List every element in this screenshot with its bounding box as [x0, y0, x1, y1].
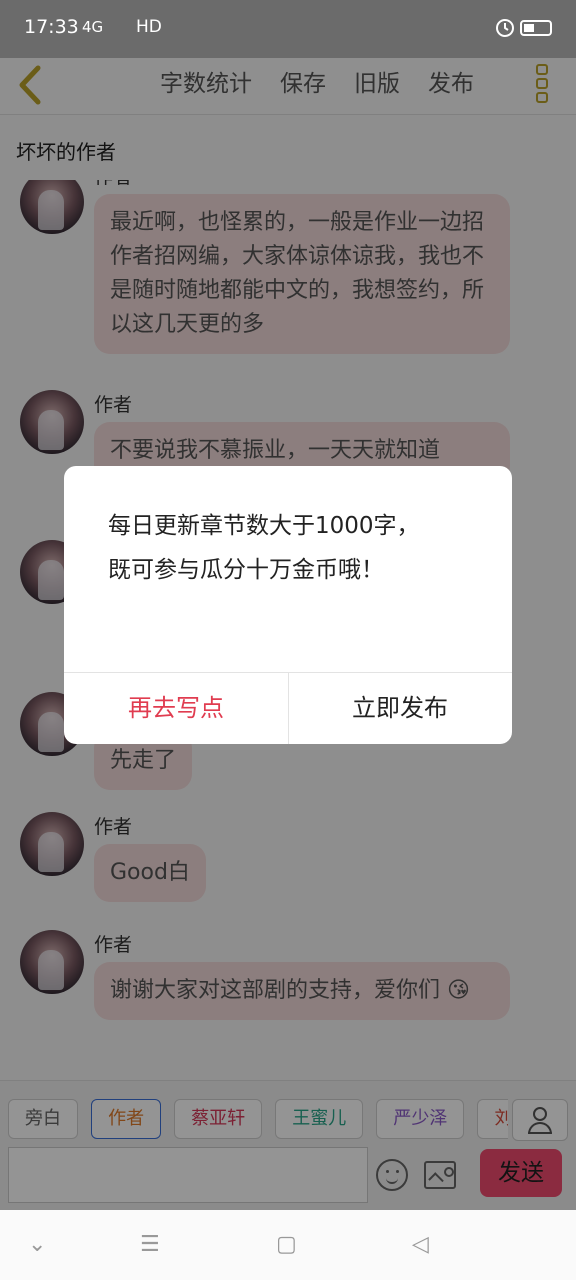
status-time: 17:33 — [24, 16, 79, 38]
dialog-message-line: 既可参与瓜分十万金币哦！ — [108, 557, 384, 583]
dialog-message: 每日更新章节数大于1000字， 既可参与瓜分十万金币哦！ — [108, 504, 478, 592]
battery-icon — [520, 20, 552, 36]
collapse-icon[interactable]: ⌄ — [28, 1232, 46, 1257]
signal-icon: 4G — [82, 18, 104, 36]
network-label: HD — [136, 17, 162, 37]
status-bar: 17:33 4G HD — [0, 0, 576, 58]
menu-icon[interactable]: ☰ — [140, 1232, 160, 1257]
alarm-icon — [496, 19, 514, 37]
back-icon[interactable]: ◁ — [412, 1232, 429, 1257]
publish-dialog: 每日更新章节数大于1000字， 既可参与瓜分十万金币哦！ 再去写点 立即发布 — [64, 466, 512, 744]
dialog-message-line: 每日更新章节数大于1000字， — [108, 513, 420, 539]
home-icon[interactable]: ▢ — [276, 1232, 297, 1257]
publish-now-button[interactable]: 立即发布 — [288, 672, 512, 744]
system-nav-bar: ⌄ ☰ ▢ ◁ — [0, 1210, 576, 1280]
write-more-button[interactable]: 再去写点 — [64, 672, 288, 744]
